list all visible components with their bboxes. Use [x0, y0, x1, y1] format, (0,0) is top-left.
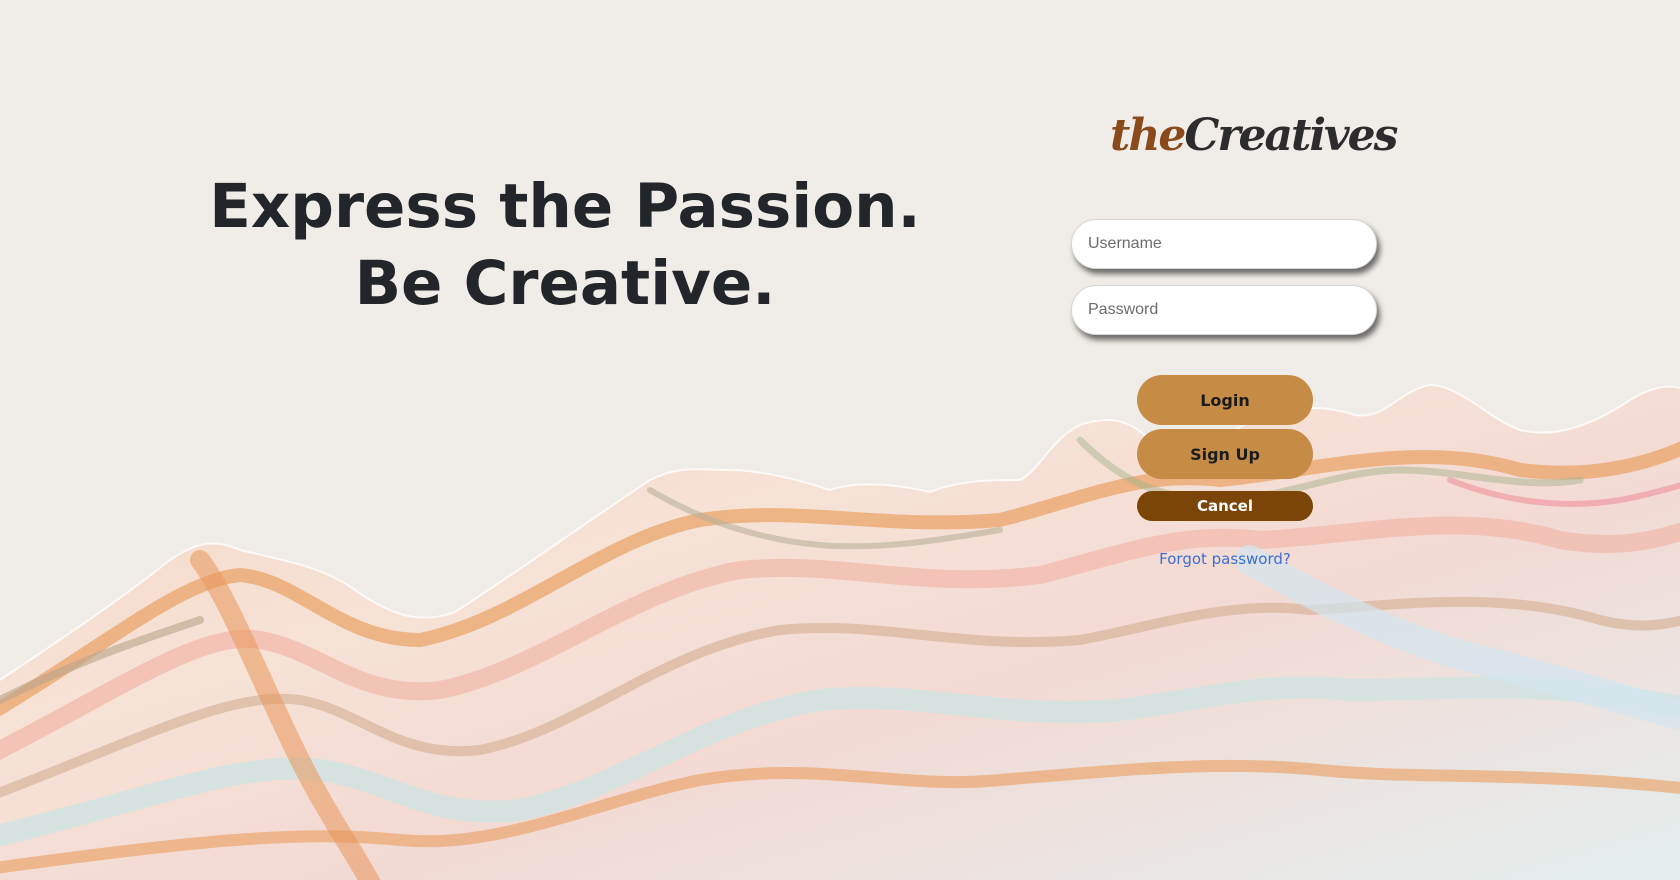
cancel-button[interactable]: Cancel [1137, 491, 1313, 521]
login-button[interactable]: Login [1137, 375, 1313, 425]
page-headline: Express the Passion. Be Creative. [209, 171, 921, 319]
brand-logo-creatives: Creatives [1184, 110, 1398, 161]
marbled-mountains-illustration [0, 0, 1680, 880]
brand-logo: theCreatives [1110, 104, 1398, 168]
forgot-password-link[interactable]: Forgot password? [1137, 550, 1313, 568]
brand-logo-the: the [1110, 110, 1186, 161]
username-input[interactable] [1071, 219, 1377, 269]
signup-button[interactable]: Sign Up [1137, 429, 1313, 479]
password-input[interactable] [1071, 285, 1377, 335]
